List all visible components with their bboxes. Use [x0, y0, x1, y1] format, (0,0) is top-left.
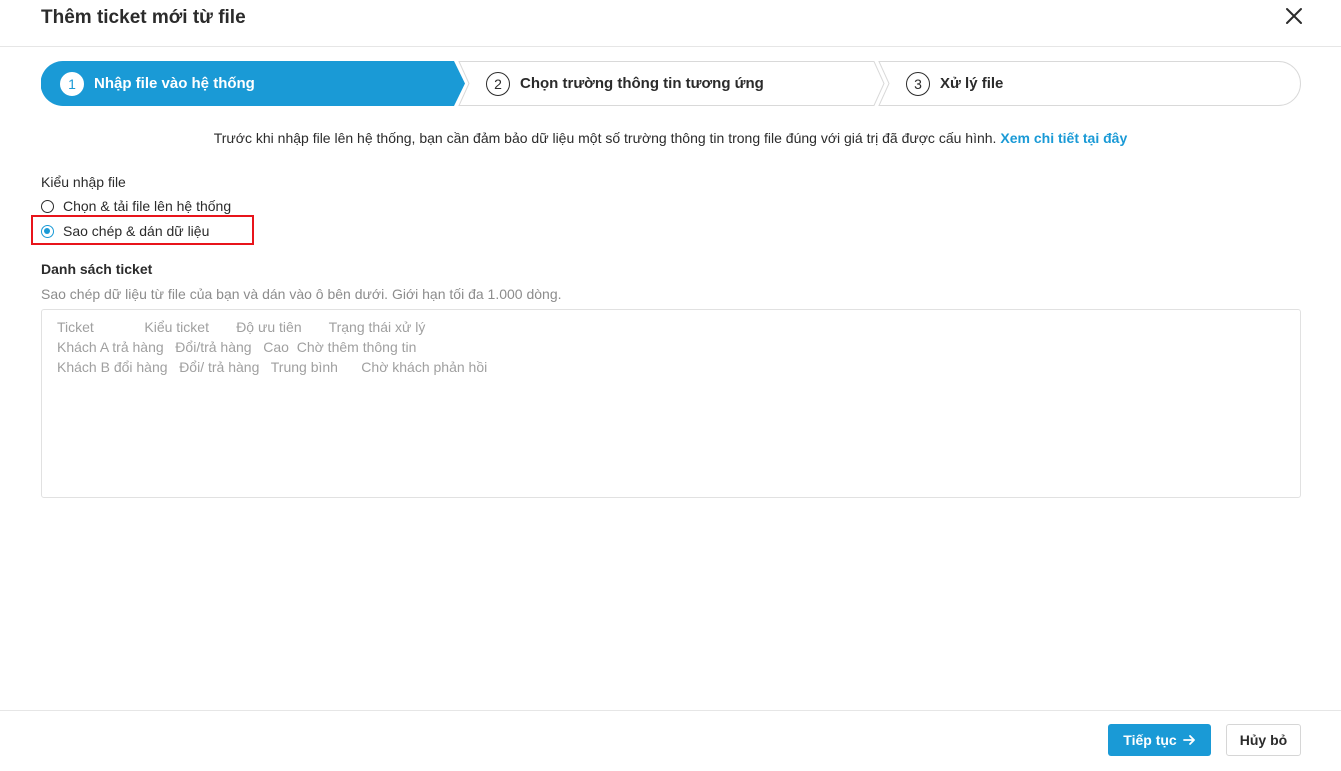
step-3[interactable]: 3 Xử lý file — [906, 61, 1003, 106]
highlight-box — [31, 215, 254, 245]
step-1-label: Nhập file vào hệ thống — [94, 75, 255, 92]
ticket-list-title: Danh sách ticket — [41, 261, 153, 277]
continue-button-label: Tiếp tục — [1123, 732, 1177, 748]
notice-text: Trước khi nhập file lên hệ thống, bạn cầ… — [213, 130, 997, 146]
radio-upload-file-label: Chọn & tải file lên hệ thống — [63, 198, 232, 214]
placeholder-line: Khách A trả hàng Đổi/trả hàng Cao Chờ th… — [57, 339, 417, 355]
arrow-right-icon — [1182, 734, 1196, 746]
step-1-number: 1 — [60, 71, 84, 96]
import-type-label: Kiểu nhập file — [41, 174, 126, 190]
placeholder-line: Khách B đổi hàng Đổi/ trả hàng Trung bìn… — [57, 359, 488, 375]
step-3-number: 3 — [906, 71, 930, 96]
continue-button[interactable]: Tiếp tục — [1108, 724, 1211, 756]
radio-button[interactable] — [41, 199, 54, 213]
stepper: 1 Nhập file vào hệ thống 2 Chọn trường t… — [41, 61, 1301, 106]
dialog-title: Thêm ticket mới từ file — [41, 7, 246, 28]
step-2[interactable]: 2 Chọn trường thông tin tương ứng — [486, 61, 764, 106]
notice: Trước khi nhập file lên hệ thống, bạn cầ… — [0, 130, 1341, 146]
ticket-list-hint: Sao chép dữ liệu từ file của bạn và dán … — [41, 286, 562, 302]
step-2-number: 2 — [486, 71, 510, 96]
details-link[interactable]: Xem chi tiết tại đây — [1000, 130, 1127, 146]
close-icon[interactable] — [1283, 5, 1305, 27]
dialog-header: Thêm ticket mới từ file — [0, 0, 1341, 47]
ticket-data-textarea[interactable]: Ticket Kiểu ticket Độ ưu tiên Trạng thái… — [41, 309, 1301, 498]
step-2-label: Chọn trường thông tin tương ứng — [520, 75, 764, 92]
radio-upload-file[interactable]: Chọn & tải file lên hệ thống — [41, 196, 231, 216]
step-3-label: Xử lý file — [940, 75, 1004, 92]
step-1[interactable]: 1 Nhập file vào hệ thống — [60, 61, 255, 106]
cancel-button[interactable]: Hủy bỏ — [1226, 724, 1301, 756]
placeholder-line: Ticket Kiểu ticket Độ ưu tiên Trạng thái… — [57, 319, 426, 335]
